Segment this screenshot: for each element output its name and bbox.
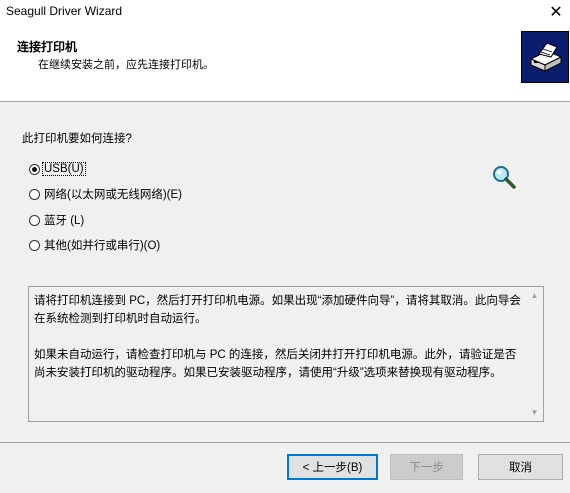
wizard-content: 此打印机要如何连接? USB(U) 网络(以太网或无线网络)(E) 蓝牙 (L)… bbox=[0, 102, 570, 442]
page-title: 连接打印机 bbox=[17, 40, 78, 54]
radio-button[interactable] bbox=[29, 214, 40, 226]
next-button[interactable]: 下一步 bbox=[390, 454, 463, 480]
cancel-button[interactable]: 取消 bbox=[478, 454, 563, 480]
connection-question: 此打印机要如何连接? bbox=[22, 133, 132, 145]
vertical-scrollbar[interactable]: ▲ ▼ bbox=[526, 287, 543, 421]
radio-network-label[interactable]: 网络(以太网或无线网络)(E) bbox=[43, 186, 183, 202]
close-button[interactable]: ✕ bbox=[542, 0, 570, 24]
radio-network[interactable]: 网络(以太网或无线网络)(E) bbox=[29, 185, 183, 203]
instructions-paragraph-1: 请将打印机连接到 PC，然后打开打印机电源。如果出现“添加硬件向导”，请将其取消… bbox=[34, 295, 521, 325]
back-button[interactable]: < 上一步(B) bbox=[287, 454, 378, 480]
radio-button[interactable] bbox=[29, 239, 40, 251]
page-subtitle: 在继续安装之前，应先连接打印机。 bbox=[38, 59, 214, 71]
title-bar: Seagull Driver Wizard ✕ bbox=[0, 0, 570, 24]
radio-bluetooth[interactable]: 蓝牙 (L) bbox=[29, 211, 85, 229]
radio-bluetooth-label[interactable]: 蓝牙 (L) bbox=[43, 212, 85, 228]
chevron-down-icon[interactable]: ▼ bbox=[526, 404, 543, 421]
instructions-paragraph-2: 如果未自动运行，请检查打印机与 PC 的连接，然后关闭并打开打印机电源。此外，请… bbox=[34, 349, 517, 379]
radio-other[interactable]: 其他(如并行或串行)(O) bbox=[29, 236, 161, 254]
wizard-footer: < 上一步(B) 下一步 取消 bbox=[0, 443, 570, 493]
radio-button[interactable] bbox=[29, 163, 40, 175]
wizard-header: 连接打印机 在继续安装之前，应先连接打印机。 bbox=[0, 24, 570, 100]
printer-icon bbox=[521, 31, 569, 83]
chevron-up-icon[interactable]: ▲ bbox=[526, 287, 543, 304]
radio-other-label[interactable]: 其他(如并行或串行)(O) bbox=[43, 237, 161, 253]
radio-button[interactable] bbox=[29, 188, 40, 200]
radio-usb-label[interactable]: USB(U) bbox=[42, 162, 86, 176]
magnifier-icon bbox=[491, 164, 517, 190]
window-title: Seagull Driver Wizard bbox=[6, 4, 123, 18]
radio-usb[interactable]: USB(U) bbox=[29, 160, 86, 178]
instructions-textbox[interactable]: 请将打印机连接到 PC，然后打开打印机电源。如果出现“添加硬件向导”，请将其取消… bbox=[28, 286, 544, 422]
